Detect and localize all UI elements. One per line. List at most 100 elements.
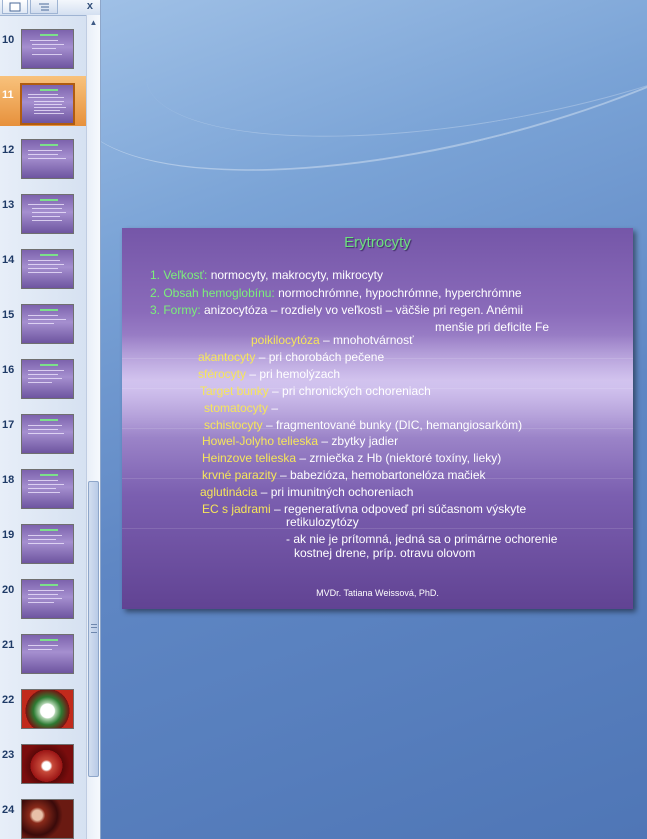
slide-number: 14 <box>2 254 15 266</box>
scroll-up-arrow-icon[interactable]: ▲ <box>88 17 99 29</box>
term: Howel-Jolyho telieska <box>202 434 319 448</box>
slide-thumbnail-17[interactable]: 17 <box>0 406 86 456</box>
term: akantocyty <box>198 350 256 364</box>
item-text: normochrómne, hypochrómne, hyperchrómne <box>274 286 522 300</box>
slide-thumbnail-20[interactable]: 20 <box>0 571 86 621</box>
slide-preview-image <box>21 799 74 839</box>
description: – regeneratívna odpoveď pri súčasnom výs… <box>270 502 527 516</box>
slide-preview <box>21 304 74 344</box>
outline-tab-icon <box>39 3 49 11</box>
slide-preview <box>21 29 74 69</box>
slide-preview-image <box>21 689 74 729</box>
item-label: 1. Veľkosť: <box>150 268 208 282</box>
slide-thumbnail-12[interactable]: 12 <box>0 131 86 181</box>
line-aglutinacia[interactable]: aglutinácia – pri imunitných ochoreniach <box>200 485 413 499</box>
pane-tabs: x <box>0 0 100 16</box>
line-size[interactable]: 1. Veľkosť: normocyty, makrocyty, mikroc… <box>150 268 383 282</box>
term: EC s jadrami <box>202 502 271 516</box>
slide-footer[interactable]: MVDr. Tatiana Weissová, PhD. <box>122 588 633 598</box>
slide-number: 23 <box>2 749 15 761</box>
slide-number: 22 <box>2 694 15 706</box>
line-heinz[interactable]: Heinzove telieska – zrniečka z Hb (niekt… <box>202 451 501 465</box>
line-schistocyty[interactable]: schistocyty – fragmentované bunky (DIC, … <box>204 418 522 432</box>
slide-number: 20 <box>2 584 15 596</box>
slide-number: 19 <box>2 529 15 541</box>
slide-preview <box>21 579 74 619</box>
slide-preview <box>21 469 74 509</box>
term: stomatocyty <box>204 401 269 415</box>
description: – zbytky jadier <box>318 434 399 448</box>
thumbnail-list: 10 11 12 13 14 15 16 17 18 19 20 21 22 2… <box>0 15 86 839</box>
thumbnail-scrollbar[interactable]: ▲ <box>86 15 100 839</box>
line-forms[interactable]: 3. Formy: anizocytóza – rozdiely vo veľk… <box>150 303 523 317</box>
slide-editing-area: Erytrocyty 1. Veľkosť: normocyty, makroc… <box>101 0 647 839</box>
current-slide[interactable]: Erytrocyty 1. Veľkosť: normocyty, makroc… <box>122 228 633 609</box>
slide-preview <box>21 139 74 179</box>
slide-preview <box>20 83 75 125</box>
term: aglutinácia <box>200 485 258 499</box>
item-text: anizocytóza – rozdiely vo veľkosti – väč… <box>200 303 523 317</box>
line-target-bunky[interactable]: Target bunky – pri chronických ochorenia… <box>200 384 431 398</box>
slide-thumbnail-22[interactable]: 22 <box>0 681 86 731</box>
line-note-1[interactable]: - ak nie je prítomná, jedná sa o primárn… <box>286 532 557 546</box>
term: Heinzove telieska <box>202 451 297 465</box>
slide-preview <box>21 194 74 234</box>
description: – pri chorobách pečene <box>255 350 385 364</box>
outline-tab[interactable] <box>30 0 58 14</box>
description: – <box>268 401 279 415</box>
line-akantocyty[interactable]: akantocyty – pri chorobách pečene <box>198 350 384 364</box>
line-hemoglobin[interactable]: 2. Obsah hemoglobínu: normochrómne, hypo… <box>150 286 522 300</box>
slide-thumbnail-15[interactable]: 15 <box>0 296 86 346</box>
close-pane-button[interactable]: x <box>87 0 93 13</box>
line-stomatocyty[interactable]: stomatocyty – <box>204 401 278 415</box>
slide-thumbnail-16[interactable]: 16 <box>0 351 86 401</box>
term: schistocyty <box>204 418 263 432</box>
line-howel-jolly[interactable]: Howel-Jolyho telieska – zbytky jadier <box>202 434 398 448</box>
slide-number: 12 <box>2 144 15 156</box>
line-ec-jadra[interactable]: EC s jadrami – regeneratívna odpoveď pri… <box>202 502 526 516</box>
slide-title[interactable]: Erytrocyty <box>122 234 633 251</box>
slides-tab-icon <box>9 2 21 12</box>
term: krvné parazity <box>202 468 277 482</box>
slide-preview <box>21 249 74 289</box>
term: poikilocytóza <box>251 333 320 347</box>
slide-thumbnail-19[interactable]: 19 <box>0 516 86 566</box>
slide-preview <box>21 359 74 399</box>
item-label: 2. Obsah hemoglobínu: <box>150 286 275 300</box>
slide-number: 18 <box>2 474 15 486</box>
slides-pane: x 10 11 12 13 14 15 16 17 18 19 20 21 22… <box>0 0 101 839</box>
slide-number: 16 <box>2 364 15 376</box>
slide-number: 11 <box>2 89 14 101</box>
slide-thumbnail-14[interactable]: 14 <box>0 241 86 291</box>
line-parazity[interactable]: krvné parazity – babezióza, hemobartonel… <box>202 468 486 482</box>
description: – babezióza, hemobartonelóza mačiek <box>276 468 486 482</box>
line-ec-jadra-cont[interactable]: retikulozytózy <box>286 515 359 529</box>
slides-tab[interactable] <box>2 0 28 14</box>
description: – pri imunitných ochoreniach <box>257 485 414 499</box>
slide-preview-image <box>21 744 74 784</box>
slide-preview <box>21 524 74 564</box>
description: – zrniečka z Hb (niektoré toxíny, lieky) <box>296 451 502 465</box>
slide-thumbnail-24[interactable]: 24 <box>0 791 86 839</box>
slide-preview <box>21 634 74 674</box>
slide-thumbnail-11[interactable]: 11 <box>0 76 86 126</box>
slide-number: 10 <box>2 34 15 46</box>
slide-thumbnail-13[interactable]: 13 <box>0 186 86 236</box>
line-poikilocytosis[interactable]: poikilocytóza – mnohotvárnosť <box>251 333 414 347</box>
term: Target bunky <box>200 384 269 398</box>
slide-thumbnail-21[interactable]: 21 <box>0 626 86 676</box>
description: – mnohotvárnosť <box>319 333 414 347</box>
slide-thumbnail-18[interactable]: 18 <box>0 461 86 511</box>
description: – fragmentované bunky (DIC, hemangiosark… <box>262 418 523 432</box>
line-note-2[interactable]: kostnej drene, príp. otravu olovom <box>294 546 475 560</box>
slide-thumbnail-10[interactable]: 10 <box>0 21 86 71</box>
slide-preview <box>21 414 74 454</box>
line-sferocyty[interactable]: sférocyty – pri hemolýzach <box>198 367 340 381</box>
description: – pri chronických ochoreniach <box>268 384 431 398</box>
grip-icon <box>91 624 97 633</box>
scrollbar-thumb[interactable] <box>88 481 99 777</box>
slide-number: 21 <box>2 639 15 651</box>
line-forms-cont[interactable]: menšie pri deficite Fe <box>435 320 549 334</box>
item-label: 3. Formy: <box>150 303 201 317</box>
slide-thumbnail-23[interactable]: 23 <box>0 736 86 786</box>
